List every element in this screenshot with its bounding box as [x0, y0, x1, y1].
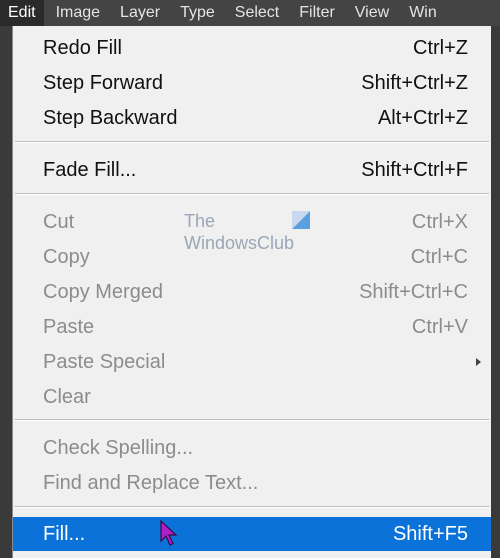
menu-item-copy-merged: Copy Merged Shift+Ctrl+C: [13, 275, 491, 309]
menu-item-paste-special: Paste Special: [13, 345, 491, 379]
menu-item-label: Fade Fill...: [43, 158, 137, 181]
menu-separator: [15, 141, 489, 143]
menu-item-paste: Paste Ctrl+V: [13, 310, 491, 344]
menu-type[interactable]: Type: [172, 0, 223, 26]
menu-item-label: Fill...: [43, 522, 86, 545]
app-background-left: [0, 26, 12, 558]
menu-view[interactable]: View: [347, 0, 397, 26]
menu-item-shortcut: Shift+Ctrl+C: [359, 280, 468, 303]
menu-filter[interactable]: Filter: [291, 0, 343, 26]
menu-item-label: Copy: [43, 245, 90, 268]
menu-item-label: Paste Special: [43, 350, 166, 373]
menu-item-shortcut: Alt+Ctrl+Z: [377, 106, 468, 129]
menu-item-label: Step Forward: [43, 71, 164, 94]
menubar: Edit Image Layer Type Select Filter View…: [0, 0, 500, 26]
arrow-pointer-icon: [160, 520, 178, 546]
menu-item-step-forward[interactable]: Step Forward Shift+Ctrl+Z: [13, 66, 491, 100]
menu-item-label: Paste: [43, 315, 95, 338]
menu-item-fade-fill[interactable]: Fade Fill... Shift+Ctrl+F: [13, 153, 491, 187]
menu-item-shortcut: Shift+Ctrl+Z: [361, 71, 468, 94]
menu-item-shortcut: Ctrl+V: [411, 315, 468, 338]
menu-item-label: Check Spelling...: [43, 436, 194, 459]
watermark: The WindowsClub: [184, 211, 314, 261]
menu-item-check-spelling: Check Spelling...: [13, 431, 491, 465]
watermark-line1: The: [184, 211, 216, 231]
watermark-line2: WindowsClub: [184, 233, 295, 253]
menu-item-shortcut: Ctrl+Z: [413, 36, 468, 59]
menu-item-label: Copy Merged: [43, 280, 164, 303]
menu-separator: [15, 506, 489, 508]
menu-separator: [15, 193, 489, 195]
menu-item-redo-fill[interactable]: Redo Fill Ctrl+Z: [13, 31, 491, 65]
menu-item-label: Find and Replace Text...: [43, 471, 259, 494]
menu-layer[interactable]: Layer: [112, 0, 168, 26]
menu-image[interactable]: Image: [48, 0, 108, 26]
menu-item-label: Step Backward: [43, 106, 178, 129]
menu-window[interactable]: Win: [401, 0, 445, 26]
windows-logo-icon: [292, 211, 310, 229]
menu-select[interactable]: Select: [227, 0, 287, 26]
menu-item-shortcut: Shift+F5: [392, 522, 468, 545]
menu-item-fill[interactable]: Fill... Shift+F5: [13, 517, 491, 551]
menu-edit[interactable]: Edit: [0, 0, 44, 26]
menu-item-find-replace-text: Find and Replace Text...: [13, 466, 491, 500]
menu-item-clear: Clear: [13, 380, 491, 414]
menu-item-shortcut: Ctrl+C: [410, 245, 468, 268]
menu-item-shortcut: Ctrl+X: [411, 210, 468, 233]
app-background-right: [491, 26, 500, 558]
menu-item-label: Cut: [43, 210, 75, 233]
menu-item-shortcut: Shift+Ctrl+F: [361, 158, 468, 181]
menu-item-step-backward[interactable]: Step Backward Alt+Ctrl+Z: [13, 101, 491, 135]
menu-item-label: Clear: [43, 385, 91, 408]
chevron-right-icon: [476, 358, 481, 366]
edit-menu-dropdown: Redo Fill Ctrl+Z Step Forward Shift+Ctrl…: [12, 26, 491, 558]
menu-separator: [15, 419, 489, 421]
menu-item-label: Redo Fill: [43, 36, 122, 59]
